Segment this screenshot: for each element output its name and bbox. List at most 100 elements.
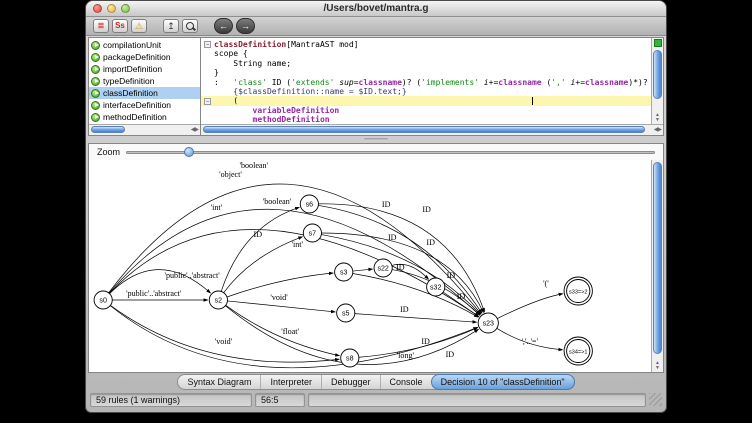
dfa-node[interactable]: s7: [303, 224, 321, 242]
slider-track[interactable]: [126, 151, 655, 154]
text-cursor: [532, 97, 533, 106]
code-line[interactable]: }: [201, 68, 651, 77]
rule-list-item[interactable]: classDefinition: [89, 87, 200, 99]
rule-icon: [91, 89, 100, 98]
rule-list-item[interactable]: importDefinition: [89, 63, 200, 75]
scroll-track[interactable]: [653, 160, 662, 360]
code-token: }: [214, 68, 219, 77]
zoom-slider[interactable]: [126, 146, 655, 158]
dfa-node[interactable]: s34=>1: [564, 337, 592, 365]
dfa-edge: [227, 301, 335, 312]
close-button[interactable]: [93, 4, 102, 13]
goto-rule-button[interactable]: ↥: [163, 19, 179, 33]
diagram-vscrollbar[interactable]: ▲▼: [651, 160, 663, 372]
dfa-node-label: s3: [340, 270, 348, 277]
top-split: compilationUnitpackageDefinitionimportDe…: [88, 37, 664, 136]
code-line[interactable]: − (: [201, 96, 651, 105]
dfa-edge-label: ','..'=': [521, 337, 538, 346]
rule-list-hscrollbar[interactable]: ◀▶: [89, 124, 200, 135]
editor-vscrollbar[interactable]: ▲▼: [651, 38, 663, 124]
dfa-node-label: s33=>2: [569, 290, 588, 296]
code-line[interactable]: methodDefinition: [201, 115, 651, 124]
zoom-button[interactable]: [121, 4, 130, 13]
dfa-edge-label: 'int': [292, 240, 304, 249]
scroll-arrows-icon[interactable]: ▲▼: [655, 360, 660, 372]
check-warnings-button[interactable]: ⚠: [131, 19, 147, 33]
dfa-node-label: s6: [306, 202, 314, 209]
dfa-edge-label: ID: [254, 230, 263, 239]
rule-list-item[interactable]: packageDefinition: [89, 51, 200, 63]
fold-gutter: [201, 106, 214, 115]
dfa-node[interactable]: s5: [337, 304, 355, 322]
slider-knob[interactable]: [184, 147, 194, 157]
scroll-track[interactable]: [653, 49, 662, 112]
code-text: }: [214, 68, 219, 77]
tab-console[interactable]: Console: [380, 375, 432, 389]
rule-list-item[interactable]: compilationUnit: [89, 39, 200, 51]
dfa-node[interactable]: s22: [374, 259, 392, 277]
fold-toggle-icon[interactable]: −: [204, 98, 211, 105]
rule-name: methodDefinition: [103, 112, 167, 122]
window-title: /Users/bovet/mantra.g: [86, 3, 666, 14]
rule-list-item[interactable]: methodDefinition: [89, 111, 200, 123]
code-line[interactable]: : 'class' ID ('extends' sup=classname)? …: [201, 78, 651, 87]
dfa-node[interactable]: s0: [94, 291, 112, 309]
dfa-edge-label: ID: [457, 292, 466, 301]
resize-grip[interactable]: [649, 393, 662, 406]
code-line[interactable]: −classDefinition[MantraAST mod]: [201, 40, 651, 49]
back-button[interactable]: ←: [214, 18, 233, 34]
title-bar[interactable]: /Users/bovet/mantra.g: [86, 1, 666, 17]
scrollbar-thumb[interactable]: [91, 126, 125, 133]
fold-toggle-icon[interactable]: −: [204, 41, 211, 48]
tab-decision-10-of-classdefinition[interactable]: Decision 10 of "classDefinition": [431, 374, 575, 390]
rule-name: interfaceDefinition: [103, 100, 171, 110]
syntax-coloring-button[interactable]: Ss: [112, 19, 128, 33]
scrollbar-thumb[interactable]: [653, 162, 662, 354]
dfa-node[interactable]: s6: [300, 195, 318, 213]
forward-button[interactable]: →: [236, 18, 255, 34]
search-icon-handle: [192, 27, 196, 31]
rule-icon-arrow: [95, 55, 99, 59]
dfa-node[interactable]: s3: [335, 263, 353, 281]
code-line[interactable]: variableDefinition: [201, 106, 651, 115]
find-button[interactable]: [182, 19, 198, 33]
tab-debugger[interactable]: Debugger: [321, 375, 380, 389]
dfa-node[interactable]: s23: [478, 313, 498, 333]
dfa-node[interactable]: s8: [341, 349, 359, 367]
tab-interpreter[interactable]: Interpreter: [260, 375, 321, 389]
grammar-editor-panel: −classDefinition[MantraAST mod]scope { S…: [201, 37, 664, 136]
scroll-arrows-icon[interactable]: ▲▼: [655, 112, 660, 124]
editor-hscrollbar[interactable]: ◀▶: [201, 124, 663, 135]
code-area[interactable]: −classDefinition[MantraAST mod]scope { S…: [201, 38, 651, 124]
code-line[interactable]: scope {: [201, 49, 651, 58]
rule-name: compilationUnit: [103, 40, 161, 50]
code-token: sup: [339, 78, 353, 87]
tab-syntax-diagram[interactable]: Syntax Diagram: [178, 375, 260, 389]
dfa-svg: 'public'..'abstract''public'..'abstract'…: [89, 160, 651, 372]
rule-icon: [91, 41, 100, 50]
zoom-bar: Zoom: [89, 144, 663, 160]
code-text: variableDefinition: [214, 106, 339, 115]
code-token: classname: [498, 78, 541, 87]
split-handle[interactable]: [86, 136, 666, 143]
dfa-node[interactable]: s32: [427, 278, 445, 296]
rule-list-item[interactable]: interfaceDefinition: [89, 99, 200, 111]
minimize-button[interactable]: [107, 4, 116, 13]
code-token: classname: [585, 78, 628, 87]
dfa-edge-label: 'void': [215, 337, 233, 346]
sort-rules-button[interactable]: ≣: [93, 19, 109, 33]
scrollbar-thumb[interactable]: [203, 126, 645, 133]
bottom-tabs: Syntax DiagramInterpreterDebuggerConsole…: [177, 374, 574, 390]
scroll-arrows-icon[interactable]: ◀▶: [191, 126, 198, 133]
scroll-arrows-icon[interactable]: ◀▶: [654, 126, 661, 133]
code-token: 'class': [233, 78, 267, 87]
dfa-node[interactable]: s33=>2: [564, 277, 592, 305]
dfa-node[interactable]: s2: [209, 291, 227, 309]
dfa-edge-label: ID: [400, 305, 409, 314]
rule-list-item[interactable]: typeDefinition: [89, 75, 200, 87]
code-line[interactable]: String name;: [201, 59, 651, 68]
dfa-canvas[interactable]: 'public'..'abstract''public'..'abstract'…: [89, 160, 651, 372]
rule-icon-arrow: [95, 67, 99, 71]
scrollbar-thumb[interactable]: [653, 50, 662, 99]
code-line[interactable]: {$classDefinition::name = $ID.text;}: [201, 87, 651, 96]
